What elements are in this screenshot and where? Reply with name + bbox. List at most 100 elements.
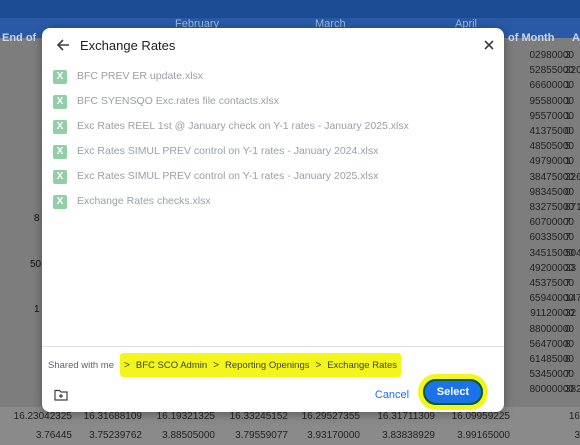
column-of-month: 02980000 52855000 66600000 95580000 95570000… bbox=[502, 48, 575, 398]
breadcrumb-separator: > bbox=[124, 359, 130, 371]
header-end-of: End of bbox=[2, 32, 37, 44]
sheet-cell: 2263 bbox=[565, 171, 580, 183]
list-item[interactable]: X Exc Rates SIMUL PREV control on Y-1 ra… bbox=[42, 166, 504, 191]
dialog-footer: Shared with me > BFC SCO Admin > Reporti… bbox=[42, 346, 504, 413]
sheet-cell: 3 bbox=[565, 50, 571, 61]
sheet-cell: 02980000 bbox=[529, 50, 575, 61]
sheet-row: 16.23042325 16.31688109 16.19321325 16.3324… bbox=[0, 411, 580, 426]
sheet-cell: 61485000 bbox=[529, 354, 575, 366]
sheet-cell: 871 bbox=[565, 202, 580, 214]
sheet-cell: 147 bbox=[565, 293, 580, 305]
file-name: Exc Rates REEL 1st @ January check on Y-… bbox=[77, 120, 409, 132]
sheet-cell: 98345000 bbox=[529, 186, 575, 198]
select-button[interactable]: Select bbox=[423, 379, 483, 405]
sheet-cell: 1 bbox=[565, 156, 571, 168]
file-name: Exchange Rates checks.xlsx bbox=[77, 195, 211, 207]
file-name: BFC PREV ER update.xlsx bbox=[77, 70, 204, 82]
list-item[interactable]: X Exc Rates REEL 1st @ January check on … bbox=[42, 116, 504, 141]
sheet-cell: 5045 bbox=[565, 247, 580, 259]
sheet-cell: 91120000 bbox=[530, 308, 574, 320]
breadcrumb-exchange-rates[interactable]: Exchange Rates bbox=[327, 360, 397, 371]
sheet-cell: 48505000 bbox=[529, 141, 575, 153]
breadcrumb-reporting-openings[interactable]: Reporting Openings bbox=[225, 360, 310, 371]
close-button[interactable] bbox=[482, 38, 496, 52]
sheet-cell: 83275000 bbox=[529, 202, 575, 214]
file-picker-dialog: Exchange Rates X BFC PREV ER update.xlsx… bbox=[42, 28, 504, 412]
left-cell: 8 bbox=[34, 213, 40, 224]
list-item[interactable]: X Exc Rates SIMUL PREV control on Y-1 ra… bbox=[42, 141, 504, 166]
sheet-row: 3.76445 3.75239762 3.88505000 3.79559077 3.9… bbox=[0, 430, 580, 445]
sheet-cell: 52855000 bbox=[529, 65, 575, 77]
sheet-cell: 80000000 bbox=[529, 384, 575, 396]
sheet-cell: 65940000 bbox=[529, 293, 575, 305]
excel-file-icon: X bbox=[53, 195, 67, 209]
sheet-cell: 5 bbox=[565, 141, 571, 153]
sheet-cell: 60335000 bbox=[529, 232, 575, 244]
sheet-cell: 49200000 bbox=[529, 262, 575, 274]
list-item[interactable]: X BFC PREV ER update.xlsx bbox=[42, 66, 504, 91]
sheet-cell: 3.83838929 bbox=[382, 430, 435, 441]
sheet-cell: 56470000 bbox=[529, 338, 575, 350]
sheet-cell: 1 bbox=[565, 80, 571, 92]
sheet-cell: 3.88505000 bbox=[162, 430, 215, 441]
sheet-cell: 8 bbox=[565, 354, 571, 366]
new-folder-button[interactable] bbox=[54, 388, 68, 401]
list-item[interactable]: X BFC SYENSQO Exc.rates file contacts.xl… bbox=[42, 91, 504, 116]
breadcrumb-bfc-sco-admin[interactable]: BFC SCO Admin bbox=[136, 360, 207, 371]
sheet-cell: 7 bbox=[565, 369, 571, 381]
sheet-cell: 7 bbox=[565, 232, 571, 244]
file-name: BFC SYENSQO Exc.rates file contacts.xlsx bbox=[77, 95, 279, 107]
sheet-cell: 3.76445 bbox=[35, 430, 72, 441]
back-arrow-icon bbox=[56, 39, 69, 51]
sheet-cell: 16 bbox=[568, 411, 580, 422]
sheet-cell: 3.75239762 bbox=[89, 430, 142, 441]
left-cell: 50 bbox=[30, 259, 42, 270]
excel-file-icon: X bbox=[53, 120, 67, 134]
sheet-cell: 3.79559077 bbox=[235, 430, 288, 441]
breadcrumb-separator: > bbox=[315, 359, 322, 371]
sheet-cell: 0 bbox=[565, 323, 571, 335]
sheet-cell: 1 bbox=[565, 95, 571, 107]
excel-file-icon: X bbox=[53, 145, 67, 159]
file-name: Exc Rates SIMUL PREV control on Y-1 rate… bbox=[77, 170, 379, 182]
sheet-cell: 220 bbox=[565, 65, 580, 77]
sheet-cell: 3.93170000 bbox=[307, 430, 360, 441]
sheet-cell: 49790000 bbox=[529, 156, 575, 168]
sheet-cell: 95570000 bbox=[529, 110, 575, 122]
sheet-cell: 3.99165000 bbox=[457, 430, 510, 441]
sheet-cell: 8 bbox=[565, 338, 571, 350]
sheet-cell: 95580000 bbox=[529, 95, 575, 107]
list-item[interactable]: X Exchange Rates checks.xlsx bbox=[42, 191, 504, 216]
sheet-cell: 41375000 bbox=[529, 126, 575, 138]
sheet-cell: 34515000 bbox=[529, 247, 575, 259]
back-arrow-button[interactable] bbox=[52, 34, 74, 56]
sheet-cell: 1 bbox=[565, 110, 571, 122]
sheet-cell: 53450000 bbox=[529, 369, 575, 381]
sheet-cell: 66600000 bbox=[529, 80, 575, 92]
column-far: 3 220 1 1 1 0 5 1 2263 0 871 7 7 5045 23 7 147 32 0 8 8 7 382 bbox=[565, 48, 580, 398]
sheet-top-bar bbox=[0, 0, 580, 20]
file-name: Exc Rates SIMUL PREV control on Y-1 rate… bbox=[77, 145, 379, 157]
cancel-button[interactable]: Cancel bbox=[362, 384, 422, 406]
sheet-cell: 32 bbox=[565, 308, 577, 320]
dialog-title: Exchange Rates bbox=[80, 38, 176, 53]
header-of-month: of Month bbox=[508, 32, 555, 44]
header-far: A bbox=[572, 32, 580, 44]
sheet-cell: 7 bbox=[565, 217, 571, 229]
sheet-cell: 60700000 bbox=[529, 217, 575, 229]
sheet-cell: 3 bbox=[574, 430, 580, 441]
file-list: X BFC PREV ER update.xlsx X BFC SYENSQO … bbox=[42, 66, 504, 216]
excel-file-icon: X bbox=[53, 70, 67, 84]
breadcrumb-shared-with-me[interactable]: Shared with me bbox=[48, 360, 114, 371]
sheet-cell: 38475000 bbox=[529, 171, 575, 183]
sheet-cell: 23 bbox=[565, 262, 577, 274]
excel-file-icon: X bbox=[53, 95, 67, 109]
breadcrumb-highlight: > BFC SCO Admin > Reporting Openings > E… bbox=[120, 353, 402, 377]
sheet-cell: 0 bbox=[565, 126, 571, 138]
breadcrumb: Shared with me > BFC SCO Admin > Reporti… bbox=[48, 353, 402, 377]
sheet-cell: 45375000 bbox=[529, 278, 575, 290]
left-cell: 1 bbox=[34, 304, 40, 315]
sheet-cell: 0 bbox=[565, 186, 571, 198]
breadcrumb-separator: > bbox=[213, 359, 219, 371]
close-icon bbox=[484, 40, 494, 50]
